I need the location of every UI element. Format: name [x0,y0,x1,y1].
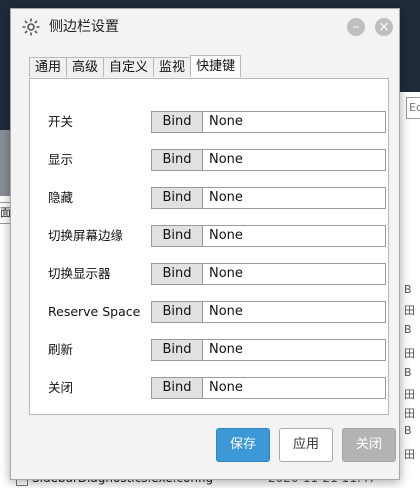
dialog-title: 侧边栏设置 [49,19,119,35]
settings-tabs: 通用 高级 自定义 监视 快捷键 [29,55,242,78]
hotkey-field[interactable]: None [202,149,386,171]
background-column-text: 田 [404,388,415,401]
hotkey-field[interactable]: None [202,225,386,247]
hotkey-field[interactable]: None [202,301,386,323]
bind-button[interactable]: Bind [151,225,203,247]
sidebar-settings-dialog: 侧边栏设置 – × 通用 高级 自定义 监视 快捷键 开关 Bind None … [10,8,400,480]
background-column-text: B [404,424,412,437]
background-column-text: B [404,366,412,379]
bind-button[interactable]: Bind [151,377,203,399]
tab-hotkeys[interactable]: 快捷键 [190,55,242,77]
background-column-text: 田 [404,347,415,360]
hotkey-label: Reserve Space [48,304,141,319]
hotkey-label: 切换显示器 [48,266,111,281]
close-button[interactable]: 关闭 [342,428,396,462]
title-bar[interactable]: 侧边栏设置 – × [11,9,399,45]
hotkey-row: 隐藏 Bind None [30,187,388,209]
bind-button[interactable]: Bind [151,263,203,285]
gear-icon [21,17,41,37]
background-column-text: 田 [404,448,415,461]
hotkey-row: Reserve Space Bind None [30,301,388,323]
hotkey-label: 开关 [48,114,74,129]
hotkeys-panel: 开关 Bind None 显示 Bind None 隐藏 Bind None 切… [29,78,389,415]
hotkey-row: 切换显示器 Bind None [30,263,388,285]
save-button[interactable]: 保存 [216,428,270,462]
tab-monitor[interactable]: 监视 [153,57,192,77]
hotkey-row: 关闭 Bind None [30,377,388,399]
tab-general[interactable]: 通用 [29,57,68,77]
hotkey-field[interactable]: None [202,263,386,285]
hotkey-field[interactable]: None [202,377,386,399]
apply-button[interactable]: 应用 [279,428,333,462]
hotkey-row: 开关 Bind None [30,111,388,133]
tab-custom[interactable]: 自定义 [103,57,155,77]
background-column-text: B [404,283,412,296]
hotkey-row: 刷新 Bind None [30,339,388,361]
hotkey-label: 关闭 [48,380,74,395]
bind-button[interactable]: Bind [151,187,203,209]
minimize-button[interactable]: – [347,18,365,36]
screen: Ec B 田 B 田 B 田 田 B 田 面 SidebarDiagnostic… [0,0,420,488]
background-search-field[interactable]: Ec [406,97,420,119]
bind-button[interactable]: Bind [151,111,203,133]
hotkey-field[interactable]: None [202,339,386,361]
bind-button[interactable]: Bind [151,301,203,323]
hotkey-field[interactable]: None [202,111,386,133]
background-column-text: 田 [404,304,415,317]
hotkey-label: 刷新 [48,342,74,357]
hotkey-label: 隐藏 [48,190,74,205]
hotkey-label: 切换屏幕边缘 [48,228,124,243]
background-column-text: B [404,323,412,336]
hotkey-row: 显示 Bind None [30,149,388,171]
hotkey-field[interactable]: None [202,187,386,209]
hotkey-label: 显示 [48,152,74,167]
close-window-button[interactable]: × [375,18,393,36]
background-column-text: 田 [404,407,415,420]
bind-button[interactable]: Bind [151,339,203,361]
tab-advanced[interactable]: 高级 [66,57,105,77]
bind-button[interactable]: Bind [151,149,203,171]
hotkey-row: 切换屏幕边缘 Bind None [30,225,388,247]
